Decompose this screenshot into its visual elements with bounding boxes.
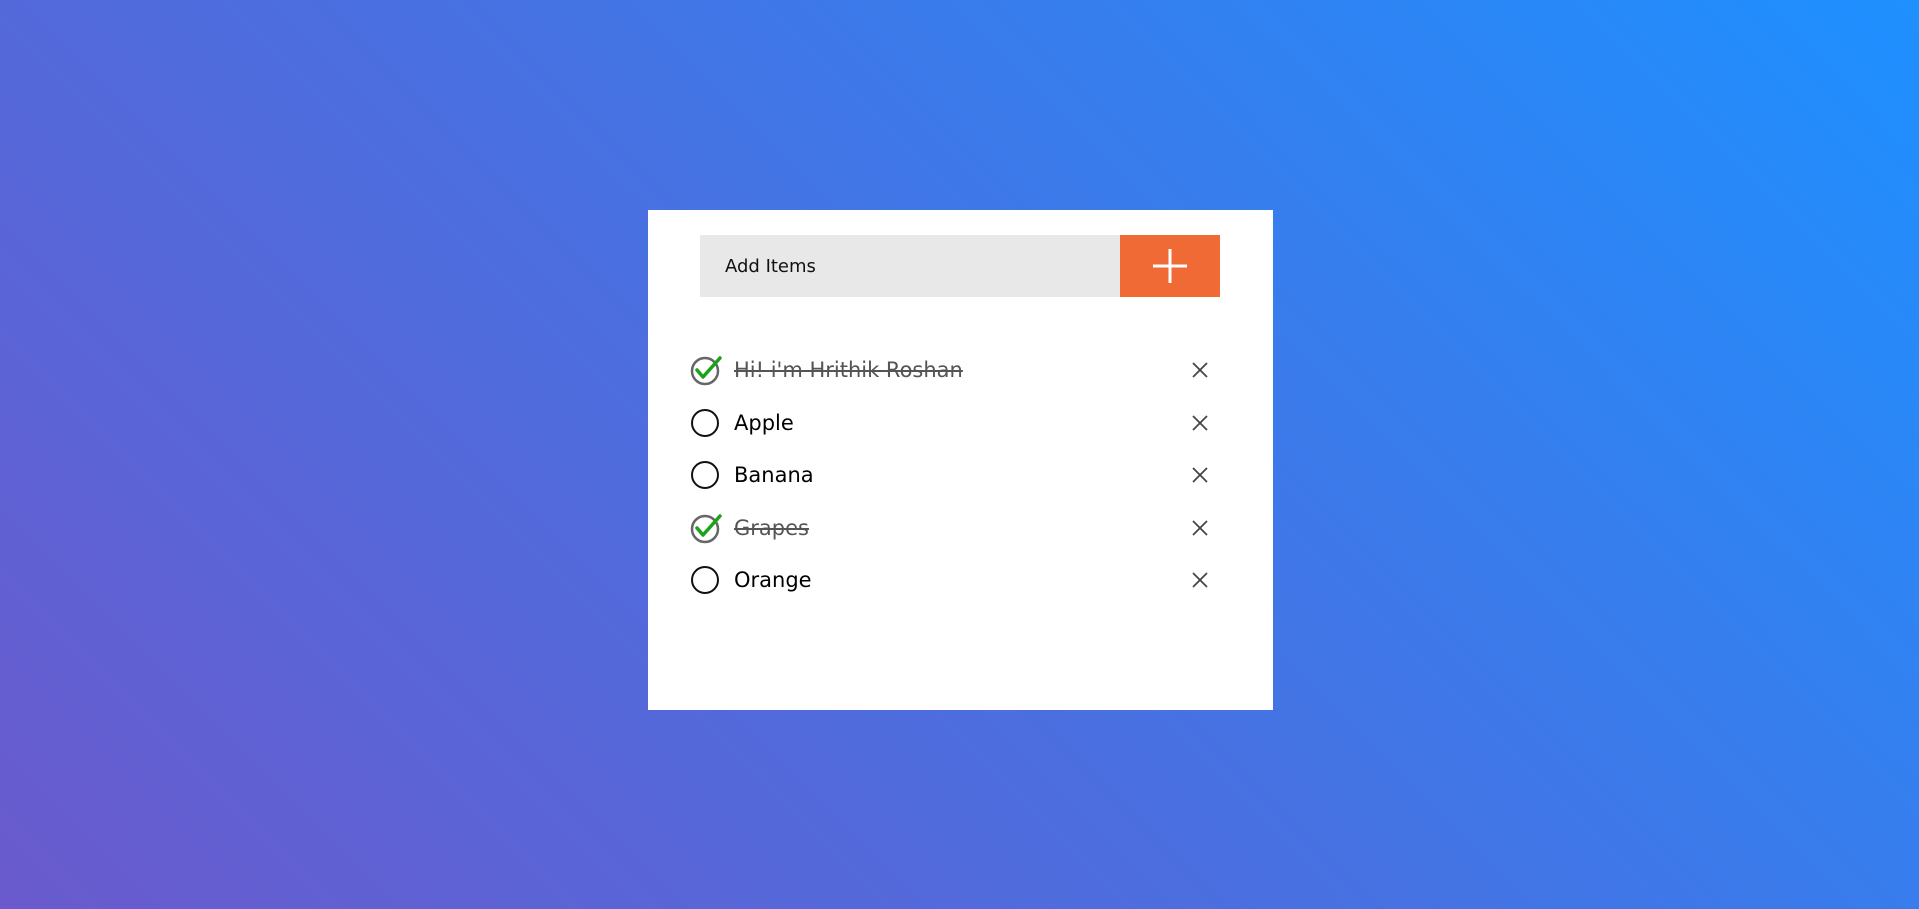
todo-item-label: Orange xyxy=(734,568,812,593)
todo-item-label: Apple xyxy=(734,410,794,435)
todo-item-label: Grapes xyxy=(734,515,809,540)
todo-item: Grapes xyxy=(690,502,1220,555)
todo-list: Hi! i'm Hrithik Roshan Apple Banana Grapes O… xyxy=(690,344,1220,607)
close-icon[interactable] xyxy=(1188,411,1212,435)
todo-item: Apple xyxy=(690,397,1220,450)
unchecked-circle-icon[interactable] xyxy=(690,562,726,598)
plus-icon xyxy=(1153,249,1187,283)
unchecked-circle-icon[interactable] xyxy=(690,457,726,493)
add-item-row xyxy=(700,235,1220,297)
close-icon[interactable] xyxy=(1188,568,1212,592)
todo-item: Orange xyxy=(690,554,1220,607)
todo-item-label: Banana xyxy=(734,463,814,488)
checked-circle-icon[interactable] xyxy=(690,352,726,388)
close-icon[interactable] xyxy=(1188,463,1212,487)
todo-item: Banana xyxy=(690,449,1220,502)
todo-card: Hi! i'm Hrithik Roshan Apple Banana Grapes O… xyxy=(648,210,1273,710)
checked-circle-icon[interactable] xyxy=(690,510,726,546)
todo-item: Hi! i'm Hrithik Roshan xyxy=(690,344,1220,397)
unchecked-circle-icon[interactable] xyxy=(690,405,726,441)
add-item-input[interactable] xyxy=(700,235,1120,297)
todo-item-label: Hi! i'm Hrithik Roshan xyxy=(734,358,963,383)
close-icon[interactable] xyxy=(1188,516,1212,540)
add-item-button[interactable] xyxy=(1120,235,1220,297)
close-icon[interactable] xyxy=(1188,358,1212,382)
